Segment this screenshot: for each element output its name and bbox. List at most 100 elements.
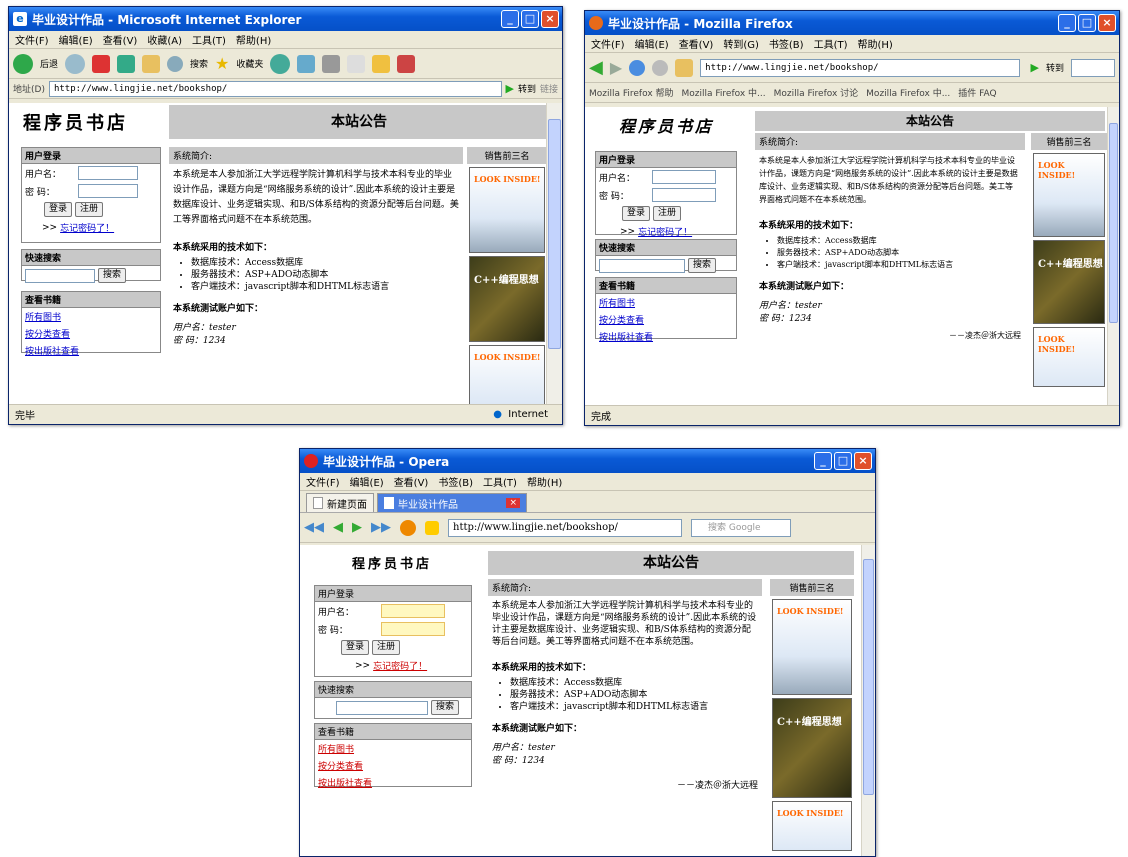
refresh-icon[interactable] — [117, 54, 136, 73]
maximize-button[interactable]: □ — [521, 10, 539, 28]
password-input[interactable] — [652, 188, 716, 202]
username-input[interactable] — [78, 166, 138, 180]
menu-edit[interactable]: 编辑(E) — [350, 474, 384, 489]
password-input[interactable] — [381, 622, 445, 636]
mail-icon[interactable] — [297, 54, 316, 73]
tab-active[interactable]: 毕业设计作品 × — [377, 493, 527, 512]
maximize-button[interactable]: □ — [1078, 14, 1096, 32]
forgot-password-link[interactable]: 忘记密码了！ — [373, 659, 427, 672]
menu-file[interactable]: 文件(F) — [15, 32, 49, 47]
bookmark-item[interactable]: Mozilla Firefox 中... — [682, 86, 766, 99]
ff-scrollbar[interactable] — [1107, 107, 1119, 405]
book-cover[interactable]: LOOK INSIDE! — [1033, 327, 1105, 387]
menu-go[interactable]: 转到(G) — [723, 36, 759, 51]
login-button[interactable]: 登录 — [622, 206, 651, 221]
forward-icon[interactable]: ▶ — [610, 58, 622, 77]
bookmark-item[interactable]: Mozilla Firefox 讨论 — [774, 86, 859, 99]
all-books-link[interactable]: 所有图书 — [22, 308, 160, 325]
favorites-icon[interactable]: ★ — [215, 54, 229, 73]
quick-search-input[interactable] — [599, 258, 685, 273]
close-button[interactable]: × — [854, 452, 872, 470]
history-icon[interactable] — [270, 53, 291, 74]
tab-new-page[interactable]: 新建页面 — [306, 493, 374, 512]
username-input[interactable] — [652, 170, 716, 184]
forward-icon[interactable] — [65, 53, 86, 74]
by-category-link[interactable]: 按分类查看 — [22, 325, 160, 342]
go-icon[interactable]: ▶ — [506, 82, 514, 95]
edit-icon[interactable] — [347, 54, 366, 73]
login-button[interactable]: 登录 — [341, 640, 370, 655]
back-icon[interactable] — [13, 53, 33, 74]
menu-file[interactable]: 文件(F) — [591, 36, 625, 51]
menu-edit[interactable]: 编辑(E) — [59, 32, 93, 47]
address-input[interactable]: http://www.lingjie.net/bookshop/ — [48, 80, 502, 97]
op-scrollbar[interactable] — [861, 545, 875, 856]
quick-search-input[interactable] — [25, 268, 95, 283]
fastforward-icon[interactable]: ▶▶ — [371, 520, 391, 535]
search-icon[interactable] — [167, 55, 184, 72]
book-cover[interactable]: LOOK INSIDE! — [772, 801, 852, 851]
book-cover[interactable]: LOOK INSIDE! — [469, 167, 545, 253]
by-category-link[interactable]: 按分类查看 — [596, 311, 736, 328]
rewind-icon[interactable]: ◀◀ — [304, 520, 324, 535]
bookmark-item[interactable]: Mozilla Firefox 中... — [866, 86, 950, 99]
minimize-button[interactable]: _ — [814, 452, 832, 470]
by-publisher-link[interactable]: 按出版社查看 — [596, 328, 736, 345]
close-tab-icon[interactable]: × — [506, 498, 520, 508]
by-publisher-link[interactable]: 按出版社查看 — [315, 774, 471, 791]
ff-titlebar[interactable]: 毕业设计作品 - Mozilla Firefox _ □ × — [585, 11, 1119, 35]
scroll-thumb[interactable] — [1109, 123, 1118, 323]
back-label[interactable]: 后退 — [40, 57, 58, 70]
print-icon[interactable] — [322, 54, 341, 73]
menu-favorites[interactable]: 收藏(A) — [147, 32, 182, 47]
folder-icon[interactable] — [372, 54, 391, 73]
ff-search-input[interactable] — [1071, 58, 1115, 77]
edit-icon[interactable] — [425, 520, 439, 535]
go-button[interactable]: 转到 — [518, 82, 536, 95]
by-publisher-link[interactable]: 按出版社查看 — [22, 342, 160, 359]
password-input[interactable] — [78, 184, 138, 198]
register-button[interactable]: 注册 — [653, 206, 682, 221]
all-books-link[interactable]: 所有图书 — [315, 740, 471, 757]
forgot-password-link[interactable]: 忘记密码了！ — [638, 225, 692, 238]
stop-icon[interactable] — [652, 59, 669, 76]
menu-file[interactable]: 文件(F) — [306, 474, 340, 489]
back-icon[interactable]: ◀ — [333, 520, 343, 535]
ie-titlebar[interactable]: e 毕业设计作品 - Microsoft Internet Explorer _… — [9, 7, 562, 31]
all-books-link[interactable]: 所有图书 — [596, 294, 736, 311]
close-button[interactable]: × — [541, 10, 559, 28]
menu-view[interactable]: 查看(V) — [103, 32, 138, 47]
menu-tools[interactable]: 工具(T) — [814, 36, 848, 51]
book-cover[interactable]: LOOK INSIDE! — [469, 345, 545, 405]
minimize-button[interactable]: _ — [501, 10, 519, 28]
menu-bookmarks[interactable]: 书签(B) — [438, 474, 473, 489]
close-button[interactable]: × — [1098, 14, 1116, 32]
username-input[interactable] — [381, 604, 445, 618]
quick-search-button[interactable]: 搜索 — [431, 700, 460, 715]
quick-search-button[interactable]: 搜索 — [688, 258, 717, 273]
register-button[interactable]: 注册 — [372, 640, 401, 655]
back-icon[interactable]: ◀ — [589, 57, 603, 78]
messenger-icon[interactable] — [397, 54, 416, 73]
menu-tools[interactable]: 工具(T) — [483, 474, 517, 489]
reload-icon[interactable] — [400, 519, 416, 536]
menu-edit[interactable]: 编辑(E) — [635, 36, 669, 51]
bookmark-item[interactable]: 插件 FAQ — [958, 86, 996, 99]
menu-help[interactable]: 帮助(H) — [858, 36, 893, 51]
op-address-input[interactable]: http://www.lingjie.net/bookshop/ — [448, 518, 682, 537]
forgot-password-link[interactable]: 忘记密码了！ — [60, 221, 114, 234]
by-category-link[interactable]: 按分类查看 — [315, 757, 471, 774]
quick-search-input[interactable] — [336, 700, 428, 715]
reload-icon[interactable] — [629, 59, 646, 76]
ff-address-input[interactable]: http://www.lingjie.net/bookshop/ — [700, 58, 1020, 77]
book-cover[interactable]: C++编程思想 — [772, 698, 852, 798]
stop-icon[interactable] — [92, 54, 111, 73]
scroll-thumb[interactable] — [548, 119, 561, 349]
menu-help[interactable]: 帮助(H) — [236, 32, 271, 47]
op-search-input[interactable]: 搜索 Google — [691, 518, 791, 537]
book-cover[interactable]: LOOK INSIDE! — [1033, 153, 1105, 237]
home-icon[interactable] — [675, 58, 694, 77]
favorites-label[interactable]: 收藏夹 — [236, 57, 263, 70]
search-label[interactable]: 搜索 — [190, 57, 208, 70]
op-titlebar[interactable]: 毕业设计作品 - Opera _ □ × — [300, 449, 875, 473]
